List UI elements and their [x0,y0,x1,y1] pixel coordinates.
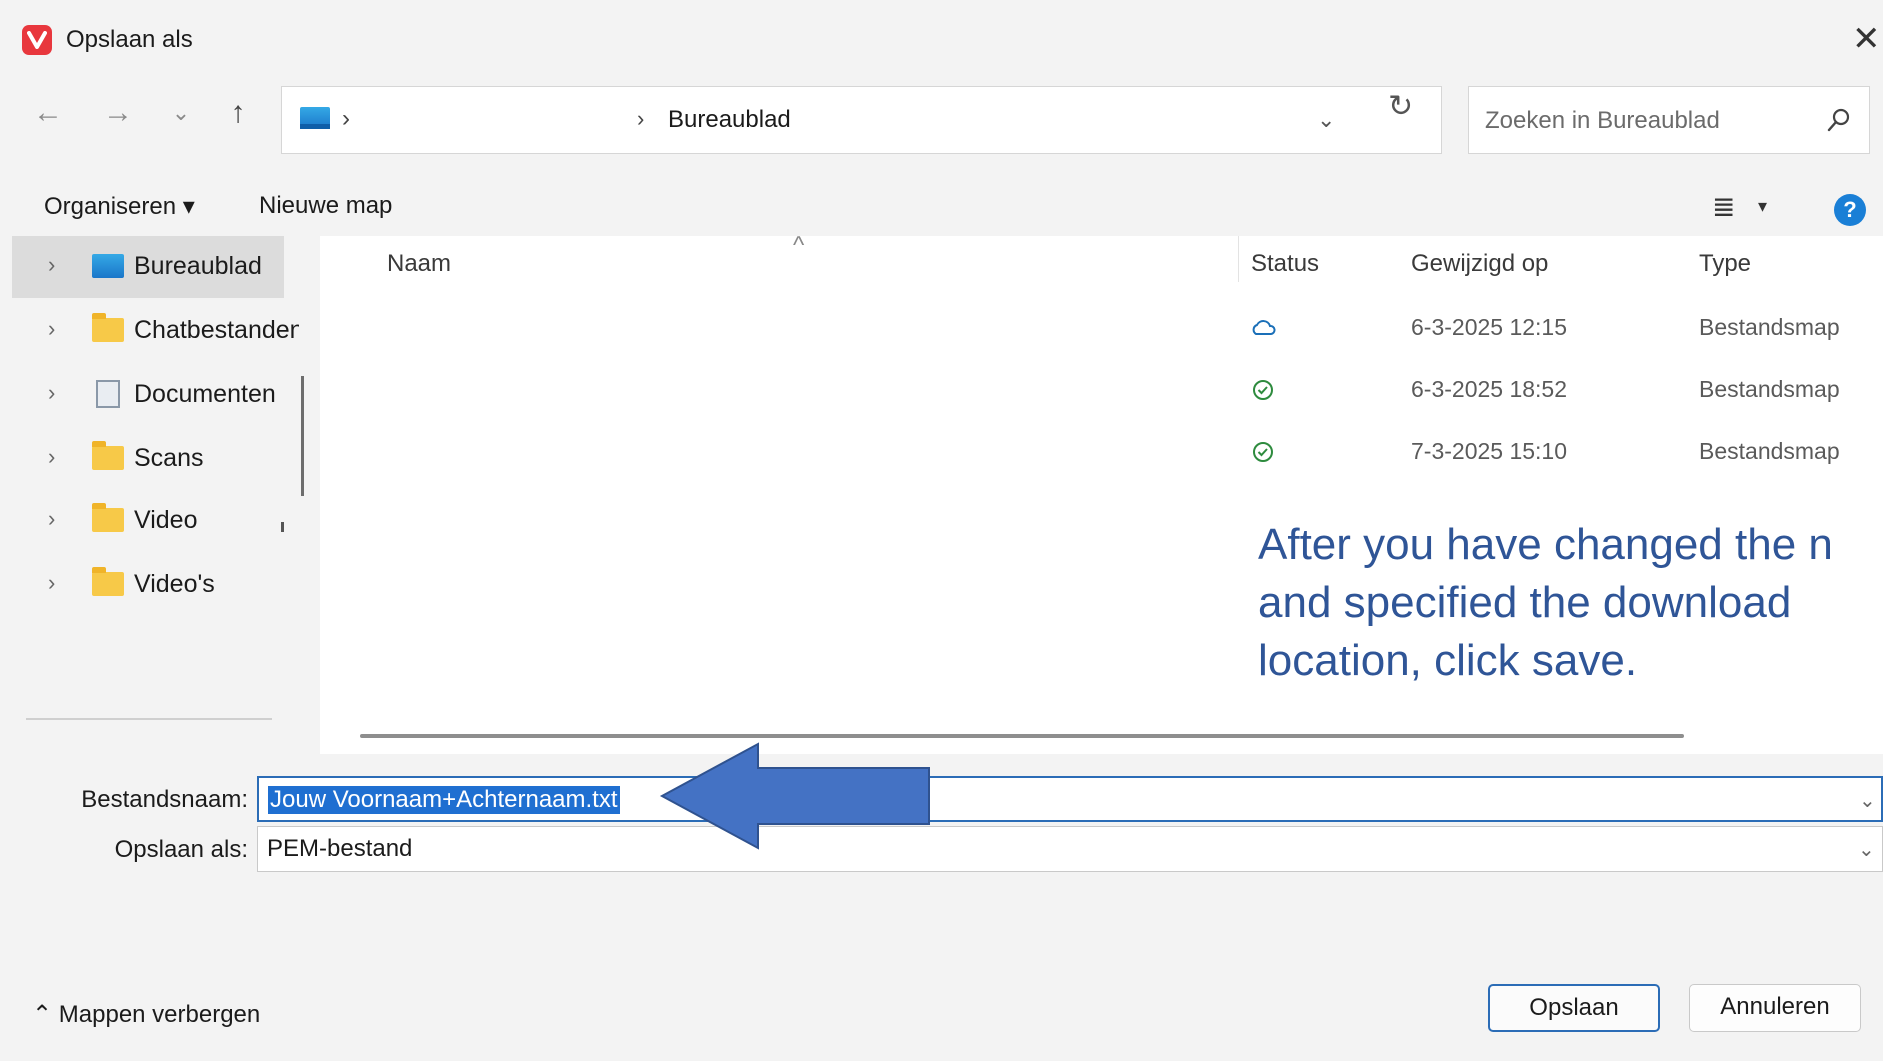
filename-dropdown-icon[interactable]: ⌄ [1859,788,1876,813]
sidebar-item-video[interactable]: › Video [12,490,284,552]
column-header-name[interactable]: Naam [387,250,451,278]
save-type-dropdown-icon[interactable]: ⌄ [1858,837,1875,862]
expand-chevron-icon[interactable]: › [48,316,55,342]
view-options-caret-icon[interactable]: ▾ [1758,196,1767,217]
folder-icon [92,441,124,470]
close-icon[interactable]: ✕ [1852,19,1881,59]
row-modified: 7-3-2025 15:10 [1411,438,1568,464]
column-header-modified[interactable]: Gewijzigd op [1411,250,1548,278]
expand-chevron-icon[interactable]: › [48,570,55,596]
sidebar-item-documenten[interactable]: › Documenten [12,364,284,426]
address-dropdown-icon[interactable]: ⌄ [1317,107,1335,133]
save-button[interactable]: Opslaan [1488,984,1660,1032]
forward-arrow-icon[interactable]: → [100,96,136,130]
sidebar-item-scans[interactable]: › Scans [12,428,284,490]
expand-chevron-icon[interactable]: › [48,252,55,278]
expand-chevron-icon[interactable]: › [48,506,55,532]
navigation-pane: › Bureaublad › Chatbestanden › Documente… [0,236,320,754]
breadcrumb-separator-icon[interactable]: › [342,105,350,133]
annotation-line: location, click save. [1258,636,1638,685]
column-divider[interactable] [1238,236,1239,282]
organize-menu-button[interactable]: Organiseren ▾ [44,192,195,221]
folder-icon [92,503,124,532]
save-type-value: PEM-bestand [267,835,413,862]
sidebar-item-bureaublad[interactable]: › Bureaublad [12,236,284,298]
search-input[interactable]: Zoeken in Bureaublad [1468,86,1870,154]
sidebar-item-label: Video [134,506,198,534]
sidebar-item-label: Documenten [134,380,276,408]
address-bar[interactable]: › › Bureaublad ⌄ [281,86,1442,154]
search-placeholder: Zoeken in Bureaublad [1485,107,1720,134]
breadcrumb-separator-icon[interactable]: › [637,106,644,132]
expand-chevron-icon[interactable]: › [48,444,55,470]
row-type: Bestandsmap [1699,314,1840,340]
save-form: Bestandsnaam: Jouw Voornaam+Achternaam.t… [0,754,1883,954]
navigation-bar: ← → ⌄ ↑ › › Bureaublad ⌄ ↻ Zoeken in Bur… [0,62,1883,174]
cancel-button[interactable]: Annuleren [1689,984,1861,1032]
row-type: Bestandsmap [1699,376,1840,402]
sidebar-divider [26,718,272,720]
save-as-dialog: Opslaan als ✕ ← → ⌄ ↑ › › Bureaublad ⌄ ↻… [0,0,1883,1061]
title-bar: Opslaan als ✕ [0,6,1883,62]
documents-icon [96,380,120,408]
save-type-select[interactable]: PEM-bestand ⌄ [257,826,1883,872]
instruction-annotation: After you have changed the n and specifi… [1258,516,1883,690]
sidebar-item-label: Bureaublad [134,252,262,280]
row-modified: 6-3-2025 18:52 [1411,376,1568,402]
annotation-line: After you have changed the n [1258,520,1833,569]
filename-label: Bestandsnaam: [81,786,248,813]
new-folder-button[interactable]: Nieuwe map [259,192,392,220]
row-modified: 6-3-2025 12:15 [1411,314,1568,340]
row-type: Bestandsmap [1699,438,1840,464]
window-title: Opslaan als [66,26,193,53]
breadcrumb-bureaublad[interactable]: Bureaublad [668,106,791,134]
folder-icon [92,567,124,596]
desktop-icon [92,254,124,278]
back-arrow-icon[interactable]: ← [30,96,66,130]
recent-locations-chevron-icon[interactable]: ⌄ [163,100,199,126]
vivaldi-app-icon [22,25,52,55]
folder-icon [92,313,124,342]
save-type-label: Opslaan als: [114,836,248,863]
sidebar-resize-tick [281,522,284,532]
help-icon[interactable]: ? [1834,194,1866,226]
sidebar-item-videos[interactable]: › Video's [12,554,284,616]
view-options-icon[interactable]: ≣ [1712,190,1735,223]
sidebar-item-chatbestanden[interactable]: › Chatbestanden [12,300,299,362]
dialog-footer: ⌃ Mappen verbergen Opslaan Annuleren [0,954,1883,1061]
horizontal-scrollbar[interactable] [360,734,1684,738]
file-row[interactable]: 6-3-2025 12:15 Bestandsmap [320,298,1883,360]
annotation-arrow-icon [659,742,930,850]
sidebar-item-label: Video's [134,570,215,598]
up-arrow-icon[interactable]: ↑ [220,96,256,130]
sidebar-scrollbar[interactable] [301,376,304,496]
file-row[interactable]: 6-3-2025 18:52 Bestandsmap [320,360,1883,422]
hide-folders-toggle[interactable]: ⌃ Mappen verbergen [32,1000,260,1029]
sort-ascending-icon: ^ [793,232,805,259]
column-header-status[interactable]: Status [1251,250,1319,278]
refresh-icon[interactable]: ↻ [1388,89,1413,124]
expand-chevron-icon[interactable]: › [48,380,55,406]
synced-check-icon [1253,380,1273,400]
sidebar-item-label: Scans [134,444,204,472]
column-header-type[interactable]: Type [1699,250,1751,278]
sidebar-item-label: Chatbestanden [134,316,299,344]
file-row[interactable]: 7-3-2025 15:10 Bestandsmap [320,422,1883,484]
annotation-line: and specified the download [1258,578,1792,627]
filename-value: Jouw Voornaam+Achternaam.txt [268,786,620,814]
filename-input[interactable]: Jouw Voornaam+Achternaam.txt ⌄ [257,776,1883,822]
synced-check-icon [1253,442,1273,462]
this-pc-icon [300,107,330,129]
cloud-status-icon [1252,320,1276,335]
search-icon[interactable] [1824,105,1854,135]
command-toolbar: Organiseren ▾ Nieuwe map ≣ ▾ ? [0,180,1883,236]
